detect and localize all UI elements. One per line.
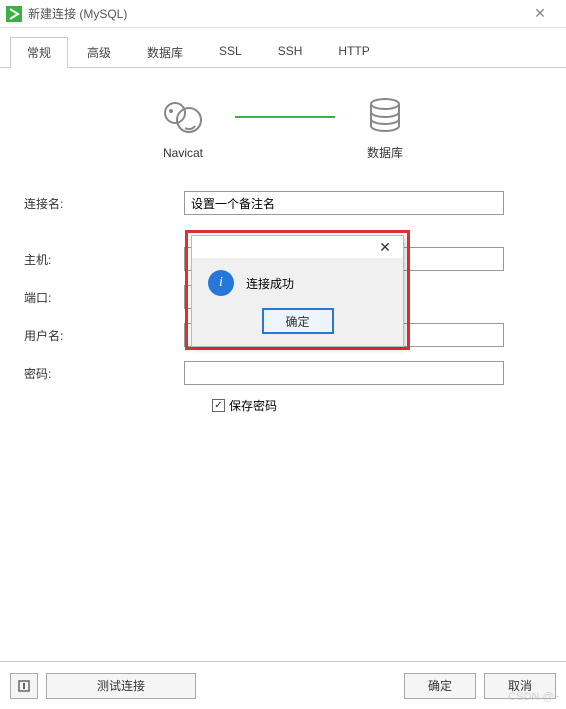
navicat-icon xyxy=(161,98,205,138)
tabs-bar: 常规 高级 数据库 SSL SSH HTTP xyxy=(0,28,566,68)
database-node: 数据库 xyxy=(365,96,405,161)
footer-bar: 测试连接 确定 取消 xyxy=(0,661,566,709)
dialog-titlebar: ✕ xyxy=(192,236,403,258)
database-label: 数据库 xyxy=(365,144,405,161)
window-close-button[interactable]: ✕ xyxy=(520,5,560,22)
info-button[interactable] xyxy=(10,673,38,699)
tab-advanced[interactable]: 高级 xyxy=(70,37,128,68)
dialog-ok-button[interactable]: 确定 xyxy=(262,308,334,334)
connection-name-label: 连接名: xyxy=(24,195,184,212)
username-label: 用户名: xyxy=(24,327,184,344)
tab-ssl[interactable]: SSL xyxy=(202,37,259,68)
ok-button[interactable]: 确定 xyxy=(404,673,476,699)
tab-ssh[interactable]: SSH xyxy=(261,37,320,68)
save-password-checkbox[interactable]: ✓ xyxy=(212,399,225,412)
navicat-label: Navicat xyxy=(161,146,205,160)
info-icon: i xyxy=(208,270,234,296)
dialog-close-button[interactable]: ✕ xyxy=(373,239,397,256)
password-label: 密码: xyxy=(24,365,184,382)
dialog-message: 连接成功 xyxy=(246,275,294,292)
test-connection-button[interactable]: 测试连接 xyxy=(46,673,196,699)
app-icon xyxy=(6,6,22,22)
host-label: 主机: xyxy=(24,251,184,268)
connection-name-input[interactable] xyxy=(184,191,504,215)
save-password-label: 保存密码 xyxy=(229,397,277,414)
watermark: CSDN @~ xyxy=(508,691,560,703)
message-dialog: ✕ i 连接成功 确定 xyxy=(191,235,404,347)
navicat-node: Navicat xyxy=(161,98,205,160)
password-input[interactable] xyxy=(184,361,504,385)
window-title: 新建连接 (MySQL) xyxy=(28,5,520,22)
tab-database[interactable]: 数据库 xyxy=(130,37,200,68)
database-icon xyxy=(365,96,405,136)
tab-general[interactable]: 常规 xyxy=(10,37,68,68)
connection-line xyxy=(235,116,335,118)
tab-http[interactable]: HTTP xyxy=(321,37,386,68)
connection-diagram: Navicat 数据库 xyxy=(24,96,542,161)
titlebar: 新建连接 (MySQL) ✕ xyxy=(0,0,566,28)
port-label: 端口: xyxy=(24,289,184,306)
